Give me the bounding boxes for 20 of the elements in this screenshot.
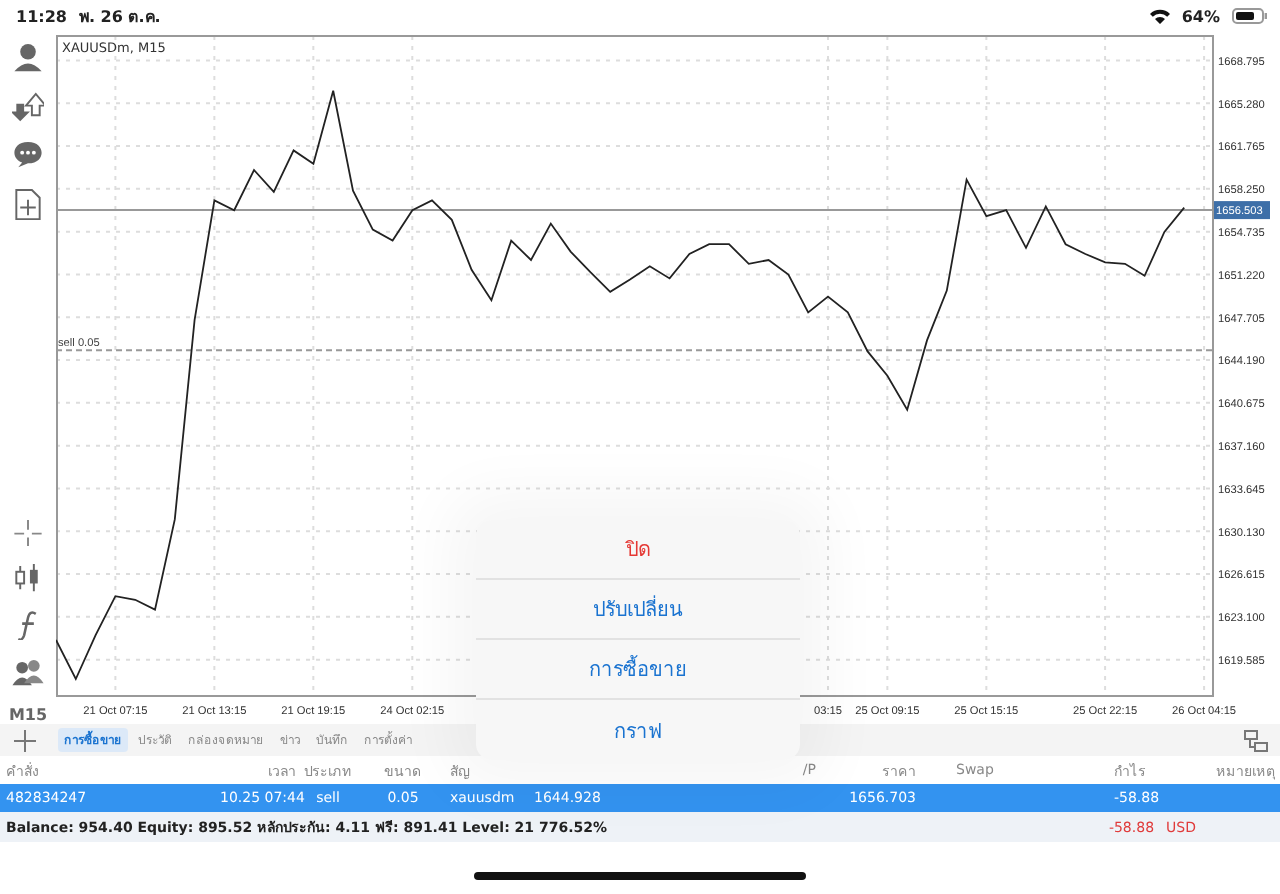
account-icon[interactable]	[12, 42, 44, 74]
battery-icon	[1232, 8, 1268, 24]
menu-item[interactable]: ปรับเปลี่ยน	[476, 580, 800, 640]
wifi-icon	[1149, 8, 1170, 24]
menu-item[interactable]: การซื้อขาย	[476, 640, 800, 700]
trade-arrows-icon[interactable]	[12, 91, 44, 123]
battery-percent: 64%	[1181, 7, 1220, 25]
function-icon[interactable]	[16, 609, 40, 641]
chat-icon[interactable]	[12, 140, 44, 170]
timeframe-label[interactable]: M15	[8, 706, 48, 725]
layout-icon[interactable]	[1244, 729, 1268, 751]
add-icon[interactable]	[14, 729, 36, 751]
menu-item[interactable]: กราฟ	[476, 700, 800, 760]
menu-item[interactable]: ปิด	[476, 520, 800, 580]
people-icon[interactable]	[12, 658, 44, 687]
crosshair-icon[interactable]	[14, 519, 42, 547]
status-date: พ. 26 ต.ค.	[78, 5, 161, 29]
status-time: 11:28	[16, 7, 67, 25]
new-document-icon[interactable]	[14, 187, 42, 221]
candlestick-icon[interactable]	[14, 564, 42, 592]
